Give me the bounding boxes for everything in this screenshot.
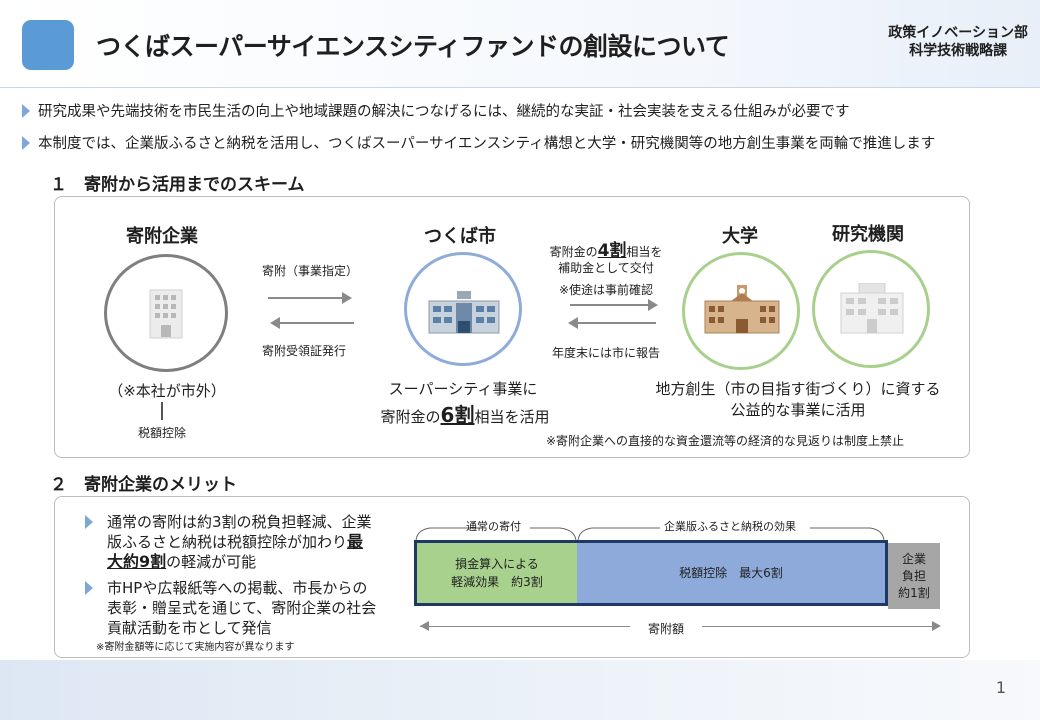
triangle-bullet-icon [22, 104, 30, 118]
axis-line-right [702, 626, 936, 627]
department-line-2: 科学技術戦略課 [909, 43, 1008, 59]
bar1-line-1: 損金算入による [455, 557, 539, 571]
merit-1-line-3-text: の軽減が可能 [166, 553, 257, 571]
bar3-line-1: 企業 [901, 552, 926, 566]
department-name: 政策イノベーション部 科学技術戦略課 [888, 24, 1028, 60]
merit-1-highlight-a: 最 [347, 532, 364, 551]
merit-1-line-1: 通常の寄附は約3割の税負担軽減、企業 [107, 513, 372, 531]
arrow2-pre: 寄附金の [549, 245, 598, 259]
company-label: 寄附企業 [126, 226, 198, 247]
city-desc-line-2: 寄附金の6割相当を活用 [370, 399, 560, 428]
city-desc-line-1: スーパーシティ事業に [388, 380, 538, 398]
university-desc-line-2: 公益的な事業に活用 [730, 401, 866, 419]
merit-1-line-2: 版ふるさと納税は税額控除が加わり最 [107, 532, 397, 552]
triangle-bullet-icon [22, 136, 30, 150]
connector-line [161, 402, 163, 420]
office-building-icon [149, 289, 183, 339]
page-number: 1 [995, 678, 1006, 697]
city-desc-pre: 寄附金の [380, 408, 441, 426]
bar3-line-2: 負担 [901, 569, 926, 583]
city-label: つくば市 [424, 226, 496, 247]
merit-item-1: 通常の寄附は約3割の税負担軽減、企業 版ふるさと納税は税額控除が加わり最 大約9… [85, 512, 397, 572]
merit-2-line-2: 表彰・贈呈式を通じて、寄附企業の社会 [107, 599, 377, 617]
university-desc-line-1: 地方創生（市の目指す街づくり）に資する [655, 380, 941, 398]
city-share-highlight: 6割 [440, 403, 475, 427]
subsidy-share-highlight: 4割 [597, 241, 627, 261]
arrow2-top-line-2: 補助金として交付 [558, 261, 654, 275]
city-desc-post: 相当を活用 [474, 408, 550, 426]
research-lab-circle [812, 250, 930, 368]
arrow2-bottom-label: 年度末には市に報告 [552, 346, 661, 360]
page-title: つくばスーパーサイエンスシティファンドの創設について [96, 32, 730, 61]
university-building-icon [704, 285, 780, 334]
footer-band [0, 660, 1040, 720]
lab-building-icon [840, 283, 904, 334]
left-arrow-icon [270, 317, 354, 329]
brace-label-normal: 通常の寄付 [466, 520, 521, 533]
arrow1-bottom-label: 寄附受領証発行 [262, 344, 347, 358]
tax-deduction-label: 税額控除 [137, 426, 186, 440]
merit-2-line-3: 貢献活動を市として発信 [107, 619, 272, 637]
arrow2-top-line-3: ※使途は事前確認 [558, 283, 654, 297]
bar3-line-3: 約1割 [898, 586, 930, 600]
bullet-text: 本制度では、企業版ふるさと納税を活用し、つくばスーパーサイエンスシティ構想と大学… [38, 136, 936, 152]
axis-right-arrow-icon [932, 621, 941, 631]
university-label: 大学 [722, 226, 758, 247]
merit-1-line-2-text: 版ふるさと納税は税額控除が加わり [107, 533, 348, 551]
city-hall-icon [428, 291, 500, 334]
triangle-bullet-icon [85, 581, 93, 595]
merit-2-line-1: 市HPや広報紙等への掲載、市長からの [107, 579, 368, 597]
company-note: （※本社が市外） [108, 382, 226, 400]
bullet-text: 研究成果や先端技術を市民生活の向上や地域課題の解決につなげるには、継続的な実証・… [38, 104, 850, 120]
axis-left-arrow-icon [420, 621, 429, 631]
axis-label: 寄附額 [648, 622, 685, 636]
left-arrow-icon [568, 317, 656, 329]
scheme-footnote: ※寄附企業への直接的な資金還流等の経済的な見返りは制度上禁止 [546, 434, 905, 448]
bar-segment-tax-credit: 税額控除 最大6割 [577, 543, 885, 603]
department-line-1: 政策イノベーション部 [888, 25, 1028, 41]
right-arrow-icon [570, 299, 658, 311]
bullet-item: 本制度では、企業版ふるさと納税を活用し、つくばスーパーサイエンスシティ構想と大学… [22, 132, 935, 153]
bar-segment-deduction: 損金算入による 軽減効果 約3割 [417, 543, 577, 603]
brace-label-furusato: 企業版ふるさと納税の効果 [664, 520, 796, 533]
university-circle [682, 252, 800, 370]
merit-1-line-3: 大約9割の軽減が可能 [107, 552, 397, 572]
merit-1-highlight-b: 大約9割 [107, 552, 167, 571]
bar1-line-2: 軽減効果 約3割 [451, 575, 543, 589]
section-1-title: １ 寄附から活用までのスキーム [50, 175, 305, 195]
research-lab-label: 研究機関 [832, 224, 904, 245]
section-2-title: ２ 寄附企業のメリット [50, 475, 237, 495]
right-arrow-icon [268, 292, 352, 304]
arrow2-top-line-1: 寄附金の4割相当を [536, 236, 676, 261]
logo-square [22, 20, 74, 70]
city-circle [404, 252, 522, 366]
merit-item-2: 市HPや広報紙等への掲載、市長からの 表彰・贈呈式を通じて、寄附企業の社会 貢献… [85, 578, 397, 638]
axis-line-left [420, 626, 630, 627]
company-circle [104, 254, 228, 372]
arrow1-top-label: 寄附（事業指定） [262, 264, 359, 278]
triangle-bullet-icon [85, 515, 93, 529]
bullet-item: 研究成果や先端技術を市民生活の向上や地域課題の解決につなげるには、継続的な実証・… [22, 100, 850, 121]
merit-footnote: ※寄附金額等に応じて実施内容が異なります [96, 642, 295, 653]
arrow2-post: 相当を [626, 245, 663, 259]
bar-segment-company-burden: 企業 負担 約1割 [888, 543, 940, 609]
